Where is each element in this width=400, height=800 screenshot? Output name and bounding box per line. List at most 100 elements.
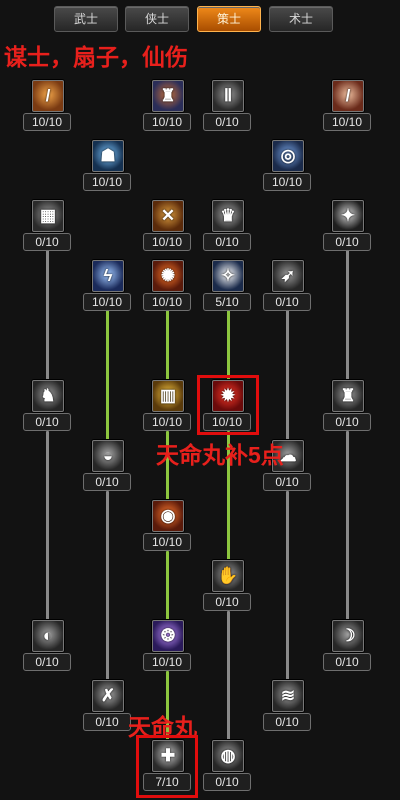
skill-level-badge: 10/10 — [83, 293, 131, 311]
fire-rune-icon: ✺ — [152, 260, 184, 292]
flame-ring-icon: ◉ — [152, 500, 184, 532]
tab-sorcerer[interactable]: 术士 — [269, 6, 333, 32]
skill-level-badge: 0/10 — [203, 233, 251, 251]
skill-node[interactable]: ✕ 10/10 — [142, 200, 194, 258]
skill-node[interactable]: ▦ 0/10 — [22, 200, 74, 258]
tab-knight[interactable]: 侠士 — [125, 6, 189, 32]
skill-node[interactable]: ✺ 10/10 — [142, 260, 194, 318]
golden-cage-icon: ▥ — [152, 380, 184, 412]
skill-node[interactable]: ≋ 0/10 — [262, 680, 314, 738]
skill-node[interactable]: ◒ 0/10 — [82, 440, 134, 498]
connector-line — [106, 310, 109, 442]
skill-level-badge: 0/10 — [263, 473, 311, 491]
sparkle-icon: ✦ — [332, 200, 364, 232]
skill-node[interactable]: ✧ 5/10 — [202, 260, 254, 318]
skill-level-badge: 0/10 — [83, 473, 131, 491]
skill-level-badge: 10/10 — [143, 533, 191, 551]
torch-staff-icon: / — [32, 80, 64, 112]
skill-node[interactable]: ▥ 10/10 — [142, 380, 194, 438]
skill-node[interactable]: ☽ 0/10 — [322, 620, 374, 678]
skill-node[interactable]: ◉ 10/10 — [142, 500, 194, 558]
skill-node[interactable]: ♜ 10/10 — [142, 80, 194, 138]
skill-level-badge: 5/10 — [203, 293, 251, 311]
spirit-icon: ☽ — [332, 620, 364, 652]
skill-level-badge: 10/10 — [323, 113, 371, 131]
skill-level-badge: 10/10 — [143, 113, 191, 131]
skill-node[interactable]: ϟ 10/10 — [82, 260, 134, 318]
skill-level-badge: 10/10 — [83, 173, 131, 191]
vortex-icon: ◎ — [272, 140, 304, 172]
skill-node[interactable]: /10/10 — [322, 80, 374, 138]
connector-line — [106, 491, 109, 683]
tab-strategist[interactable]: 策士 — [197, 6, 261, 32]
skill-level-badge: 0/10 — [263, 293, 311, 311]
hand-icon: ✋ — [212, 560, 244, 592]
whirl-icon: ✧ — [212, 260, 244, 292]
skill-level-badge: 0/10 — [203, 113, 251, 131]
connector-line — [346, 431, 349, 623]
skill-node[interactable]: ➶ 0/10 — [262, 260, 314, 318]
crossed-swords-icon: ✕ — [152, 200, 184, 232]
staff-icon: / — [332, 80, 364, 112]
cross-blades-icon: ✗ — [92, 680, 124, 712]
body-glow-icon: ☗ — [92, 140, 124, 172]
skill-node[interactable]: ♞ 0/10 — [22, 380, 74, 438]
skill-node[interactable]: ♜ 0/10 — [322, 380, 374, 438]
skill-node[interactable]: /10/10 — [22, 80, 74, 138]
skill-node[interactable]: ♛ 0/10 — [202, 200, 254, 258]
beast-icon: ♞ — [32, 380, 64, 412]
connector-line — [166, 551, 169, 623]
connector-line — [46, 431, 49, 623]
lightning-icon: ϟ — [92, 260, 124, 292]
bowl-icon: ◒ — [92, 440, 124, 472]
skill-node[interactable]: Ⅱ 0/10 — [202, 80, 254, 138]
helm-spike-icon: ♜ — [332, 380, 364, 412]
skill-level-badge: 10/10 — [143, 653, 191, 671]
skill-node[interactable]: ✋ 0/10 — [202, 560, 254, 618]
skill-level-badge: 10/10 — [143, 293, 191, 311]
skill-node[interactable]: ✦ 0/10 — [322, 200, 374, 258]
skill-node[interactable]: ◍ 0/10 — [202, 740, 254, 798]
class-tab-bar: 武士 侠士 策士 术士 — [0, 0, 400, 36]
tab-warrior[interactable]: 武士 — [54, 6, 118, 32]
highlight-box-heaven-pill-skill — [197, 375, 259, 435]
skill-level-badge: 10/10 — [263, 173, 311, 191]
skill-level-badge: 0/10 — [83, 713, 131, 731]
wing-slash-icon: ➶ — [272, 260, 304, 292]
skill-level-badge: 0/10 — [323, 653, 371, 671]
connector-line — [346, 250, 349, 382]
skill-level-badge: 0/10 — [323, 413, 371, 431]
skill-level-badge: 0/10 — [23, 653, 71, 671]
barrel-icon: ▦ — [32, 200, 64, 232]
skill-node[interactable]: ✗ 0/10 — [82, 680, 134, 738]
warrior-icon: ♜ — [152, 80, 184, 112]
shade-icon: ◍ — [212, 740, 244, 772]
skill-level-badge: 0/10 — [263, 713, 311, 731]
skill-level-badge: 10/10 — [143, 413, 191, 431]
helmet-icon: ♛ — [212, 200, 244, 232]
skill-level-badge: 0/10 — [23, 233, 71, 251]
highlight-box-pill-skill — [136, 735, 198, 798]
eye-icon: ◐ — [32, 620, 64, 652]
purple-swirl-icon: ❂ — [152, 620, 184, 652]
connector-line — [166, 310, 169, 382]
skill-level-badge: 10/10 — [23, 113, 71, 131]
skill-level-badge: 0/10 — [203, 593, 251, 611]
skill-level-badge: 10/10 — [143, 233, 191, 251]
skill-level-badge: 0/10 — [23, 413, 71, 431]
connector-line — [46, 250, 49, 382]
skill-level-badge: 0/10 — [203, 773, 251, 791]
skill-node[interactable]: ◎ 10/10 — [262, 140, 314, 198]
skill-level-badge: 0/10 — [323, 233, 371, 251]
legs-icon: Ⅱ — [212, 80, 244, 112]
connector-line — [227, 310, 230, 382]
annotation-heaven-pill-plus: 天命丸补5点 — [156, 442, 284, 468]
overlay-title: 谋士，扇子，仙伤 — [4, 44, 188, 70]
skill-node[interactable]: ☗ 10/10 — [82, 140, 134, 198]
connector-line — [286, 491, 289, 683]
skill-node[interactable]: ◐ 0/10 — [22, 620, 74, 678]
mist-icon: ≋ — [272, 680, 304, 712]
connector-line — [286, 310, 289, 442]
skill-node[interactable]: ❂ 10/10 — [142, 620, 194, 678]
connector-line — [227, 611, 230, 743]
